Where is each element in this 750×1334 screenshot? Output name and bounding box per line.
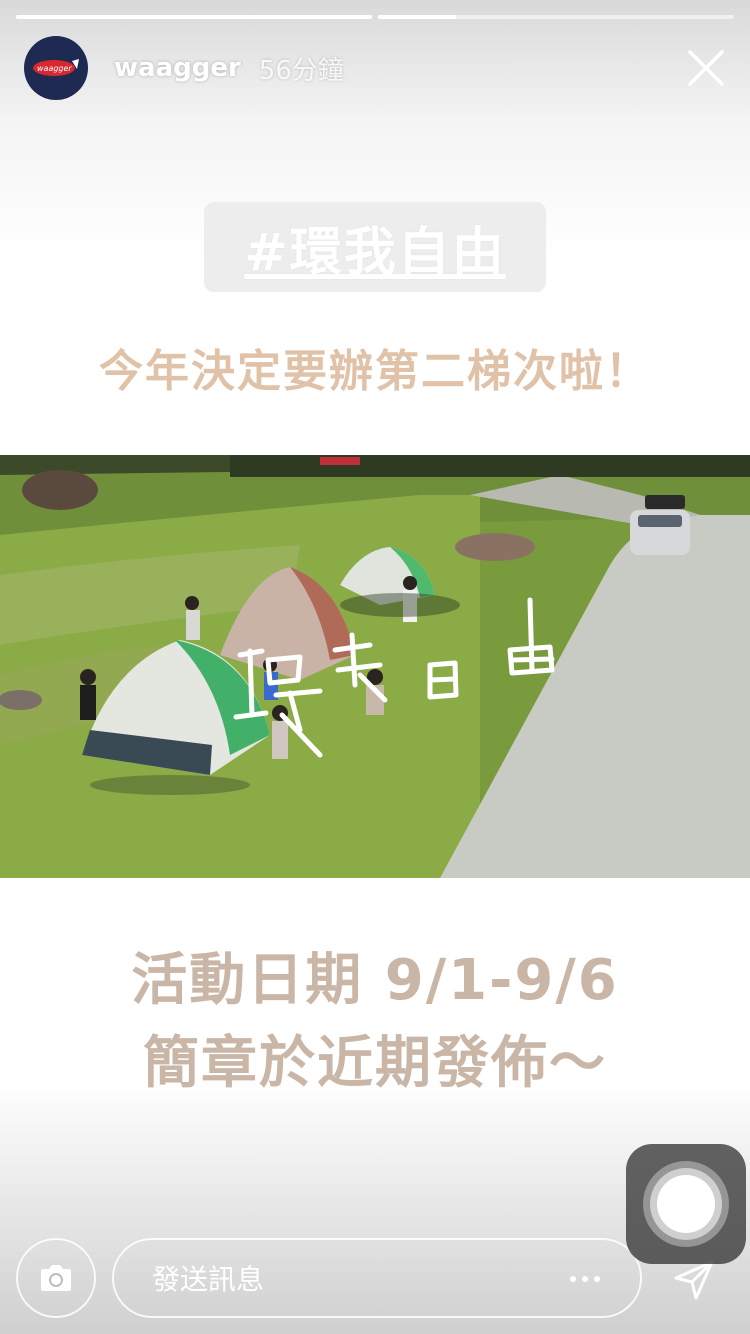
message-input[interactable]: 發送訊息 (112, 1238, 642, 1318)
post-time: 56分鐘 (258, 55, 344, 86)
story-progress (16, 15, 734, 19)
event-date: 活動日期 9/1-9/6 (131, 948, 619, 1013)
headline: 今年決定要辦第二梯次啦！ (99, 346, 651, 397)
story-header: waagger waagger 56分鐘 (24, 36, 730, 100)
camera-icon (41, 1265, 71, 1291)
username[interactable]: waagger (114, 53, 241, 83)
campsite-photo (0, 455, 750, 878)
waagger-logo-icon: waagger (33, 59, 79, 76)
avatar[interactable]: waagger (24, 36, 88, 100)
assistive-touch-icon (643, 1161, 729, 1247)
progress-segment (16, 15, 372, 19)
message-placeholder: 發送訊息 (152, 1263, 265, 1296)
more-icon[interactable] (570, 1276, 600, 1282)
event-note: 簡章於近期發佈～ (143, 1031, 607, 1096)
hashtag-sticker[interactable]: #環我自由 (204, 202, 546, 292)
progress-segment (378, 15, 734, 19)
hashtag-text: #環我自由 (244, 222, 506, 283)
story-viewer: waagger waagger 56分鐘 #環我自由 今年決定要辦第二梯次啦！ (0, 0, 750, 1334)
camera-button[interactable] (16, 1238, 96, 1318)
svg-text:waagger: waagger (37, 64, 72, 73)
close-icon[interactable] (682, 44, 730, 92)
assistive-touch-button[interactable] (626, 1144, 746, 1264)
